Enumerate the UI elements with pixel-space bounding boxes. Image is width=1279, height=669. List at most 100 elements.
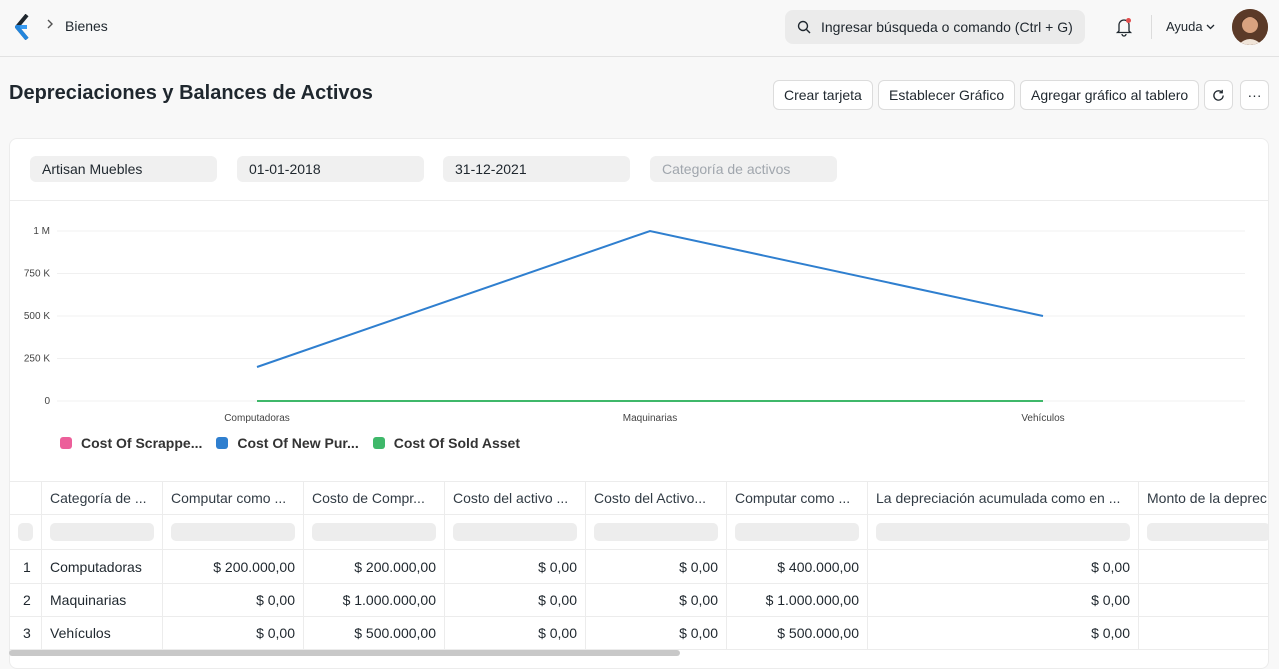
table-cell: $ 200.000,00 [304, 550, 445, 583]
column-filter-input[interactable] [312, 523, 436, 541]
table-cell: $ 0,00 [445, 617, 586, 649]
table-row: 3 Vehículos $ 0,00 $ 500.000,00 $ 0,00 $ 0,00… [10, 617, 1268, 650]
refresh-button[interactable] [1204, 80, 1233, 110]
row-index: 2 [10, 584, 42, 616]
table-cell-text: Maquinarias [50, 592, 127, 608]
legend-label: Cost Of Sold Asset [393, 435, 520, 451]
search-input[interactable] [821, 10, 1079, 44]
x-tick-label: Computadoras [224, 413, 290, 424]
table-cell-text: Computadoras [50, 558, 142, 575]
column-header[interactable]: Categoría de ... [42, 482, 163, 514]
row-index-text: 2 [23, 592, 31, 608]
column-header-text: Costo de Compr... [312, 490, 425, 506]
company-filter[interactable]: Artisan Muebles [30, 156, 217, 182]
table-cell-text: $ 500.000,00 [777, 625, 859, 641]
table-cell: $ 0,00 [445, 550, 586, 583]
column-filter-input[interactable] [50, 523, 154, 541]
table-cell: $ 500.000,00 [727, 617, 868, 649]
column-filter-cell [42, 515, 163, 549]
set-chart-button[interactable]: Establecer Gráfico [878, 80, 1016, 110]
breadcrumb-bienes[interactable]: Bienes [65, 18, 108, 34]
table-cell: $ 0,00 [868, 617, 1139, 649]
y-tick-label: 750 K [24, 269, 50, 280]
row-index-text: 3 [23, 625, 31, 641]
column-header-text: Costo del Activo... [594, 490, 707, 506]
table-cell-text: $ 1.000.000,00 [342, 592, 436, 608]
legend-item[interactable]: Cost Of New Pur... [216, 435, 359, 451]
table-filter-row [10, 515, 1268, 550]
notification-bell-icon[interactable] [1115, 17, 1133, 37]
table-cell: $ 0,00 [586, 584, 727, 616]
column-filter-input[interactable] [735, 523, 859, 541]
table-cell-text: $ 200.000,00 [354, 558, 436, 575]
table-cell-text: $ 0,00 [1091, 592, 1130, 608]
row-index: 1 [10, 550, 42, 583]
legend-item[interactable]: Cost Of Sold Asset [372, 435, 520, 451]
table-cell: $ 0,00 [868, 584, 1139, 616]
search-bar[interactable] [785, 10, 1085, 44]
column-filter-input[interactable] [453, 523, 577, 541]
user-avatar[interactable] [1232, 9, 1268, 45]
table-cell-text: $ 500.000,00 [354, 625, 436, 641]
table-cell: $ 0,00 [163, 584, 304, 616]
y-tick-label: 1 M [33, 226, 50, 237]
column-filter-cell [163, 515, 304, 549]
table-cell: $ 500.000,00 [304, 617, 445, 649]
column-filter-input[interactable] [876, 523, 1130, 541]
help-menu[interactable]: Ayuda [1166, 19, 1203, 34]
column-header[interactable]: Computar como ... [727, 482, 868, 514]
asset-category-filter[interactable]: Categoría de activos [650, 156, 837, 182]
table-cell-text: $ 400.000,00 [777, 558, 859, 575]
column-filter-cell [868, 515, 1139, 549]
report-card: Artisan Muebles 01-01-2018 31-12-2021 Ca… [9, 138, 1269, 669]
table-cell-text: $ 0,00 [679, 625, 718, 641]
row-filter-cell [10, 515, 42, 549]
app-logo-icon[interactable] [14, 14, 32, 40]
column-header[interactable]: Computar como ... [163, 482, 304, 514]
refresh-icon [1213, 89, 1224, 101]
column-header-text: Computar como ... [171, 490, 287, 506]
column-header-text: Computar como ... [735, 490, 851, 506]
column-header[interactable]: Costo de Compr... [304, 482, 445, 514]
row-index: 3 [10, 617, 42, 649]
table-cell-text: $ 0,00 [679, 592, 718, 608]
table-header-row: Categoría de ... Computar como ... Costo d… [10, 481, 1268, 515]
table-cell-text: $ 0,00 [538, 625, 577, 641]
column-header-text: Costo del activo ... [453, 490, 569, 506]
table-cell: $ 0,00 [445, 584, 586, 616]
legend-swatch [372, 437, 385, 449]
table-row: 2 Maquinarias $ 0,00 $ 1.000.000,00 $ 0,00 $ … [10, 584, 1268, 617]
table-cell: Maquinarias [42, 584, 163, 616]
add-to-dashboard-button[interactable]: Agregar gráfico al tablero [1020, 80, 1200, 110]
table-cell-text: $ 1.000.000,00 [765, 592, 859, 608]
more-options-button[interactable]: ··· [1240, 80, 1269, 110]
table-cell-text: Vehículos [50, 625, 111, 641]
horizontal-scrollbar[interactable] [9, 650, 680, 656]
table-row: 1 Computadoras $ 200.000,00 $ 200.000,00 $ 0… [10, 550, 1268, 584]
column-filter-input[interactable] [1147, 523, 1268, 541]
column-header[interactable]: Costo del activo ... [445, 482, 586, 514]
table-cell: $ 400.000,00 [727, 550, 868, 583]
create-card-button[interactable]: Crear tarjeta [773, 80, 873, 110]
column-filter-input[interactable] [171, 523, 295, 541]
column-header[interactable]: Costo del Activo... [586, 482, 727, 514]
table-cell-text: $ 0,00 [256, 592, 295, 608]
chevron-down-icon[interactable] [1206, 24, 1215, 30]
column-filter-cell [1139, 515, 1268, 549]
table-cell-text: $ 200.000,00 [213, 558, 295, 575]
legend-swatch [216, 437, 229, 449]
column-filter-cell [445, 515, 586, 549]
search-icon [797, 20, 811, 34]
column-filter-input[interactable] [594, 523, 718, 541]
x-tick-label: Vehículos [1021, 413, 1064, 424]
to-date-filter[interactable]: 31-12-2021 [443, 156, 630, 182]
column-filter-cell [304, 515, 445, 549]
table-cell-text: $ 0,00 [538, 558, 577, 575]
from-date-filter[interactable]: 01-01-2018 [237, 156, 424, 182]
column-header[interactable]: Monto de la deprec [1139, 482, 1268, 514]
column-header-text: La depreciación acumulada como en ... [876, 490, 1121, 506]
column-header[interactable]: La depreciación acumulada como en ... [868, 482, 1139, 514]
legend-label: Cost Of Scrappe... [81, 435, 203, 451]
legend-item[interactable]: Cost Of Scrappe... [60, 435, 202, 451]
column-filter-input[interactable] [18, 523, 33, 541]
